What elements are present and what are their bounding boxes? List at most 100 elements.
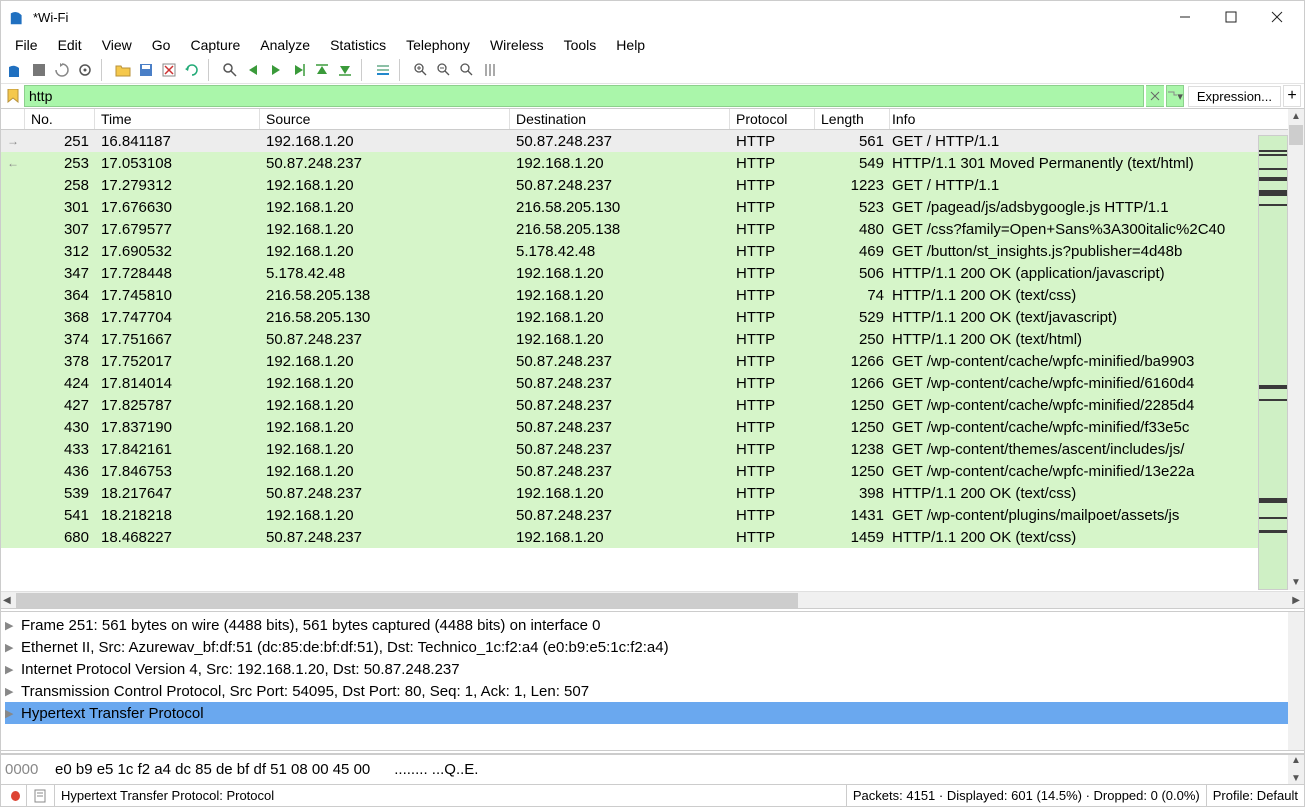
toolbar [1, 57, 1304, 84]
save-file-icon[interactable] [135, 59, 157, 81]
packet-row[interactable]: 25817.279312192.168.1.2050.87.248.237HTT… [1, 174, 1304, 196]
status-packets: Packets: 4151 · Displayed: 601 (14.5%) ·… [847, 785, 1207, 806]
restart-capture-icon[interactable] [51, 59, 73, 81]
chevron-right-icon: ▶ [5, 685, 21, 698]
chevron-right-icon: ▶ [5, 707, 21, 720]
find-icon[interactable] [219, 59, 241, 81]
auto-scroll-icon[interactable] [372, 59, 394, 81]
window-title: *Wi-Fi [33, 10, 1162, 25]
chevron-right-icon: ▶ [5, 641, 21, 654]
zoom-out-icon[interactable] [433, 59, 455, 81]
packet-row[interactable]: 54118.218218192.168.1.2050.87.248.237HTT… [1, 504, 1304, 526]
packet-row[interactable]: 30117.676630192.168.1.20216.58.205.130HT… [1, 196, 1304, 218]
menubar: File Edit View Go Capture Analyze Statis… [1, 33, 1304, 57]
packet-row[interactable]: 68018.46822750.87.248.237192.168.1.20HTT… [1, 526, 1304, 548]
expert-info-icon[interactable] [1, 785, 27, 806]
menu-edit[interactable]: Edit [50, 35, 90, 55]
menu-wireless[interactable]: Wireless [482, 35, 552, 55]
maximize-button[interactable] [1208, 2, 1254, 32]
filter-bookmark-icon[interactable] [4, 87, 22, 105]
packet-row[interactable]: 37417.75166750.87.248.237192.168.1.20HTT… [1, 328, 1304, 350]
packet-row[interactable]: 36417.745810216.58.205.138192.168.1.20HT… [1, 284, 1304, 306]
chevron-right-icon: ▶ [5, 619, 21, 632]
close-file-icon[interactable] [158, 59, 180, 81]
go-last-icon[interactable] [334, 59, 356, 81]
packet-row[interactable]: 36817.747704216.58.205.130192.168.1.20HT… [1, 306, 1304, 328]
start-capture-icon[interactable] [5, 59, 27, 81]
status-bar: Hypertext Transfer Protocol: Protocol Pa… [1, 784, 1304, 806]
menu-help[interactable]: Help [608, 35, 653, 55]
col-no[interactable]: No. [25, 109, 95, 129]
packet-row[interactable]: 53918.21764750.87.248.237192.168.1.20HTT… [1, 482, 1304, 504]
packet-row[interactable]: 43017.837190192.168.1.2050.87.248.237HTT… [1, 416, 1304, 438]
close-button[interactable] [1254, 2, 1300, 32]
wireshark-icon [9, 8, 27, 26]
packet-rows[interactable]: →25116.841187192.168.1.2050.87.248.237HT… [1, 130, 1304, 591]
packet-row[interactable]: 31217.690532192.168.1.205.178.42.48HTTP4… [1, 240, 1304, 262]
filter-expression-button[interactable]: Expression... [1188, 86, 1281, 107]
reload-icon[interactable] [181, 59, 203, 81]
capture-file-properties-icon[interactable] [27, 785, 55, 806]
go-forward-icon[interactable] [265, 59, 287, 81]
status-profile[interactable]: Profile: Default [1207, 785, 1304, 806]
col-protocol[interactable]: Protocol [730, 109, 815, 129]
detail-row: ▶Transmission Control Protocol, Src Port… [5, 680, 1300, 702]
packet-row[interactable]: 30717.679577192.168.1.20216.58.205.138HT… [1, 218, 1304, 240]
titlebar: *Wi-Fi [1, 1, 1304, 33]
details-vscrollbar[interactable] [1288, 612, 1304, 750]
resize-columns-icon[interactable] [479, 59, 501, 81]
menu-statistics[interactable]: Statistics [322, 35, 394, 55]
packet-row[interactable]: →25116.841187192.168.1.2050.87.248.237HT… [1, 130, 1304, 152]
go-first-icon[interactable] [311, 59, 333, 81]
packet-row[interactable]: 34717.7284485.178.42.48192.168.1.20HTTP5… [1, 262, 1304, 284]
minimize-button[interactable] [1162, 2, 1208, 32]
packet-row[interactable]: ←25317.05310850.87.248.237192.168.1.20HT… [1, 152, 1304, 174]
zoom-reset-icon[interactable] [456, 59, 478, 81]
packet-list-header: No. Time Source Destination Protocol Len… [1, 109, 1304, 130]
packet-row[interactable]: 42717.825787192.168.1.2050.87.248.237HTT… [1, 394, 1304, 416]
col-destination[interactable]: Destination [510, 109, 730, 129]
packet-row[interactable]: 37817.752017192.168.1.2050.87.248.237HTT… [1, 350, 1304, 372]
packet-minimap[interactable] [1258, 135, 1288, 590]
menu-capture[interactable]: Capture [182, 35, 248, 55]
hex-vscrollbar[interactable]: ▲▼ [1288, 755, 1304, 784]
capture-options-icon[interactable] [74, 59, 96, 81]
packet-hscrollbar[interactable]: ◀▶ [1, 591, 1304, 608]
detail-row: ▶Frame 251: 561 bytes on wire (4488 bits… [5, 614, 1300, 636]
col-source[interactable]: Source [260, 109, 510, 129]
detail-row: ▶Ethernet II, Src: Azurewav_bf:df:51 (dc… [5, 636, 1300, 658]
col-info[interactable]: Info [890, 109, 1304, 129]
detail-row-selected: ▶Hypertext Transfer Protocol [5, 702, 1300, 724]
go-to-packet-icon[interactable] [288, 59, 310, 81]
filter-apply-icon[interactable]: ▾ [1166, 85, 1184, 107]
filter-bar: ▾ Expression... + [1, 84, 1304, 108]
col-length[interactable]: Length [815, 109, 890, 129]
menu-telephony[interactable]: Telephony [398, 35, 478, 55]
filter-clear-icon[interactable] [1146, 85, 1164, 107]
col-time[interactable]: Time [95, 109, 260, 129]
detail-row: ▶Internet Protocol Version 4, Src: 192.1… [5, 658, 1300, 680]
packet-list-pane: No. Time Source Destination Protocol Len… [1, 108, 1304, 608]
hex-bytes[interactable]: e0 b9 e5 1c f2 a4 dc 85 de bf df 51 08 0… [55, 761, 370, 778]
zoom-in-icon[interactable] [410, 59, 432, 81]
hex-offset: 0000 [5, 761, 55, 778]
hex-ascii[interactable]: ........ ...Q..E. [394, 761, 478, 778]
menu-go[interactable]: Go [144, 35, 179, 55]
menu-tools[interactable]: Tools [556, 35, 605, 55]
go-back-icon[interactable] [242, 59, 264, 81]
packet-row[interactable]: 43317.842161192.168.1.2050.87.248.237HTT… [1, 438, 1304, 460]
packet-row[interactable]: 43617.846753192.168.1.2050.87.248.237HTT… [1, 460, 1304, 482]
filter-add-button[interactable]: + [1283, 85, 1301, 107]
packet-row[interactable]: 42417.814014192.168.1.2050.87.248.237HTT… [1, 372, 1304, 394]
chevron-right-icon: ▶ [5, 663, 21, 676]
display-filter-input[interactable] [24, 85, 1144, 107]
packet-details-pane[interactable]: ▶Frame 251: 561 bytes on wire (4488 bits… [1, 612, 1304, 750]
packet-bytes-pane[interactable]: 0000 e0 b9 e5 1c f2 a4 dc 85 de bf df 51… [1, 754, 1304, 784]
open-file-icon[interactable] [112, 59, 134, 81]
status-left: Hypertext Transfer Protocol: Protocol [55, 785, 847, 806]
packet-vscrollbar[interactable]: ▲▼ [1288, 109, 1304, 590]
menu-view[interactable]: View [94, 35, 140, 55]
menu-file[interactable]: File [7, 35, 46, 55]
stop-capture-icon[interactable] [28, 59, 50, 81]
menu-analyze[interactable]: Analyze [252, 35, 318, 55]
